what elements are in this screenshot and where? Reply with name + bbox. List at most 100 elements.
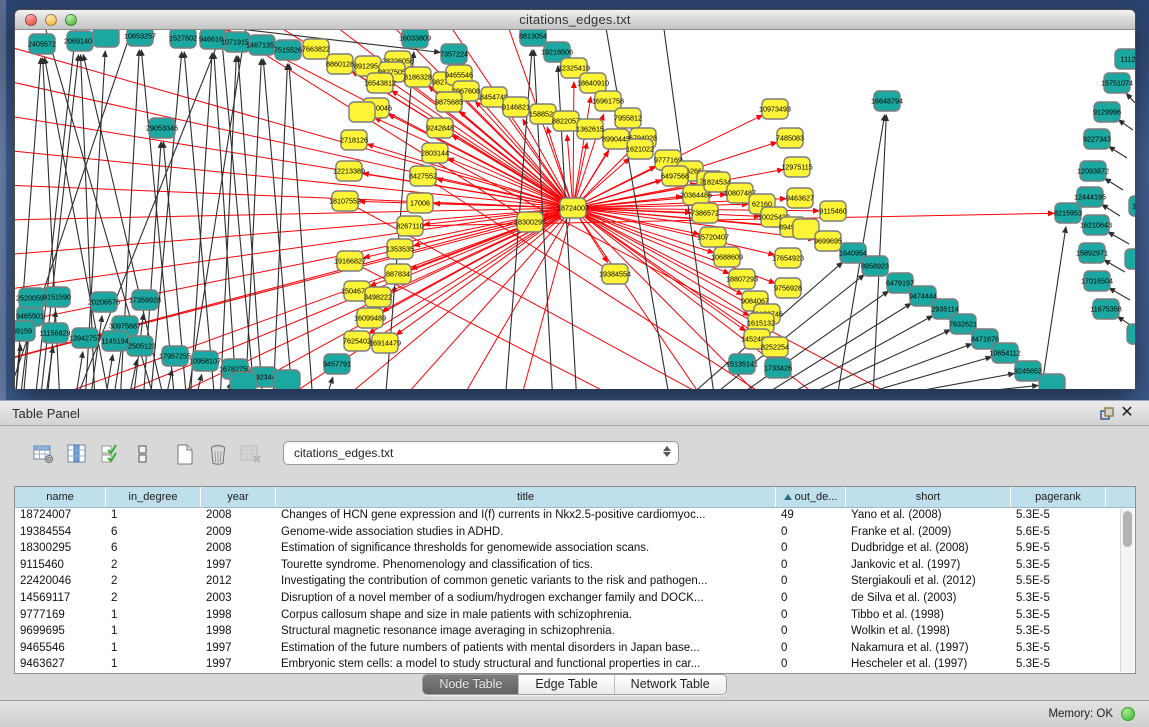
graph-node[interactable]: 8427552: [409, 166, 437, 186]
table-row[interactable]: 946554611997Estimation of the future num…: [15, 641, 1135, 658]
graph-node[interactable]: 9875685: [435, 92, 463, 112]
select-column-button[interactable]: [63, 441, 91, 467]
graph-node[interactable]: 7485083: [776, 128, 804, 148]
new-column-button[interactable]: [171, 441, 199, 467]
graph-node[interactable]: 2803144: [421, 143, 449, 163]
graph-node[interactable]: 8958923: [861, 256, 889, 276]
graph-node[interactable]: 1621022: [626, 139, 654, 159]
graph-node[interactable]: 9463627: [786, 188, 814, 208]
graph-node[interactable]: 19166827: [334, 251, 366, 271]
network-canvas[interactable]: 1872400724055722069140610653257152760294…: [15, 30, 1135, 389]
graph-node[interactable]: 9242848: [426, 118, 454, 138]
graph-node[interactable]: 9115460: [819, 201, 846, 221]
column-header-short[interactable]: short: [846, 487, 1011, 507]
graph-node[interactable]: 2718126: [340, 130, 368, 150]
table-row[interactable]: 911546021997Tourette syndrome. Phenomeno…: [15, 558, 1135, 575]
graph-node[interactable]: 16099489: [354, 308, 386, 328]
graph-node[interactable]: 39159: [15, 321, 35, 341]
graph-node[interactable]: 8252254: [761, 337, 789, 357]
graph-node[interactable]: 1527602: [169, 30, 197, 48]
table-scrollbar[interactable]: [1120, 509, 1134, 672]
graph-node[interactable]: 887834: [385, 264, 411, 284]
float-window-icon[interactable]: [1097, 404, 1117, 422]
graph-node[interactable]: 10653257: [124, 30, 156, 46]
graph-node[interactable]: 7357224: [440, 44, 468, 64]
graph-node[interactable]: 15892971: [1076, 243, 1108, 263]
graph-node[interactable]: 7955812: [614, 108, 642, 128]
graph-node[interactable]: 8813054: [519, 30, 547, 46]
graph-node[interactable]: 29053346: [146, 118, 178, 138]
graph-node[interactable]: 9129996: [1093, 102, 1121, 122]
graph-node[interactable]: 16210643: [1080, 215, 1112, 235]
column-header-title[interactable]: title: [276, 487, 776, 507]
table-row[interactable]: 969969511998Structural magnetic resonanc…: [15, 624, 1135, 641]
graph-node[interactable]: 7515526: [274, 40, 302, 60]
graph-node[interactable]: 8860128: [326, 54, 354, 74]
graph-node[interactable]: 15958: [1129, 196, 1135, 216]
column-header-pagerank[interactable]: pagerank: [1011, 487, 1106, 507]
graph-node[interactable]: 17654923: [772, 248, 804, 268]
graph-node[interactable]: 18300295: [514, 212, 546, 232]
graph-node[interactable]: 18640910: [577, 73, 609, 93]
table-row[interactable]: 1938455462009Genome-wide association stu…: [15, 525, 1135, 542]
graph-node[interactable]: 3498222: [364, 287, 392, 307]
graph-node[interactable]: 9227343: [1083, 129, 1111, 149]
table-scrollbar-thumb[interactable]: [1123, 511, 1132, 547]
graph-node[interactable]: 2405572: [28, 34, 56, 54]
graph-node[interactable]: 17359928: [129, 290, 161, 310]
table-settings-button[interactable]: [30, 441, 58, 467]
select-all-button[interactable]: [96, 441, 124, 467]
graph-node[interactable]: 12505123: [124, 336, 156, 356]
graph-node[interactable]: 10688609: [711, 247, 743, 267]
graph-node[interactable]: 8267110: [396, 216, 423, 236]
graph-node[interactable]: 17016504: [1081, 271, 1113, 291]
graph-node[interactable]: 1112: [1115, 49, 1135, 69]
graph-node[interactable]: [1125, 249, 1135, 269]
graph-node[interactable]: 16914479: [369, 333, 401, 353]
graph-node[interactable]: 1145194: [101, 331, 128, 351]
delete-column-button[interactable]: [204, 441, 232, 467]
table-row[interactable]: 946362711997Embryonic stem cells: a mode…: [15, 657, 1135, 674]
delete-table-button[interactable]: [237, 441, 265, 467]
graph-node[interactable]: 13942757: [69, 328, 101, 348]
graph-node[interactable]: 9457791: [323, 354, 351, 374]
selection-mode-button[interactable]: [129, 441, 157, 467]
graph-node[interactable]: 1353535: [386, 239, 414, 259]
graph-node[interactable]: 18107552: [329, 191, 361, 211]
graph-node[interactable]: 15751074: [1101, 73, 1133, 93]
graph-node[interactable]: 8215953: [1054, 203, 1082, 223]
graph-node[interactable]: 18724007: [557, 198, 589, 218]
graph-node[interactable]: 12093872: [1077, 161, 1109, 181]
graph-node[interactable]: 19384554: [599, 264, 631, 284]
table-row[interactable]: 1872400712008Changes of HCN gene express…: [15, 508, 1135, 525]
column-header-out_de[interactable]: out_de...: [776, 487, 846, 507]
table-row[interactable]: 1830029562008Estimation of significance …: [15, 541, 1135, 558]
column-header-year[interactable]: year: [201, 487, 276, 507]
table-row[interactable]: 977716911998Corpus callosum shape and si…: [15, 608, 1135, 625]
graph-node[interactable]: 10973493: [759, 99, 791, 119]
graph-node[interactable]: 9151590: [43, 287, 71, 307]
graph-node[interactable]: 17006: [407, 193, 433, 213]
graph-node[interactable]: 7625402: [343, 331, 371, 351]
column-header-in_degree[interactable]: in_degree: [106, 487, 201, 507]
graph-node[interactable]: 12975115: [781, 157, 812, 177]
graph-node[interactable]: 15135141: [726, 354, 758, 374]
graph-node[interactable]: 16033809: [399, 30, 431, 48]
tab-edge-table[interactable]: Edge Table: [519, 675, 614, 694]
window-titlebar[interactable]: citations_edges.txt: [15, 10, 1135, 30]
table-chooser-dropdown[interactable]: citations_edges.txt: [283, 441, 679, 465]
tab-network-table[interactable]: Network Table: [615, 675, 726, 694]
graph-node[interactable]: 11675358: [1090, 299, 1121, 319]
graph-node[interactable]: 10654112: [989, 343, 1020, 363]
graph-node[interactable]: 7386572: [691, 203, 719, 223]
graph-node[interactable]: [274, 370, 300, 389]
table-row[interactable]: 2242004622012Investigating the contribut…: [15, 574, 1135, 591]
column-header-name[interactable]: name: [15, 487, 106, 507]
tab-node-table[interactable]: Node Table: [423, 675, 519, 694]
graph-node[interactable]: [230, 372, 256, 389]
graph-node[interactable]: [1039, 374, 1065, 389]
graph-node[interactable]: 9699695: [814, 231, 842, 251]
graph-node[interactable]: 16543812: [364, 73, 396, 93]
graph-node[interactable]: 20206576: [88, 292, 120, 312]
graph-node[interactable]: 9146821: [502, 97, 530, 117]
